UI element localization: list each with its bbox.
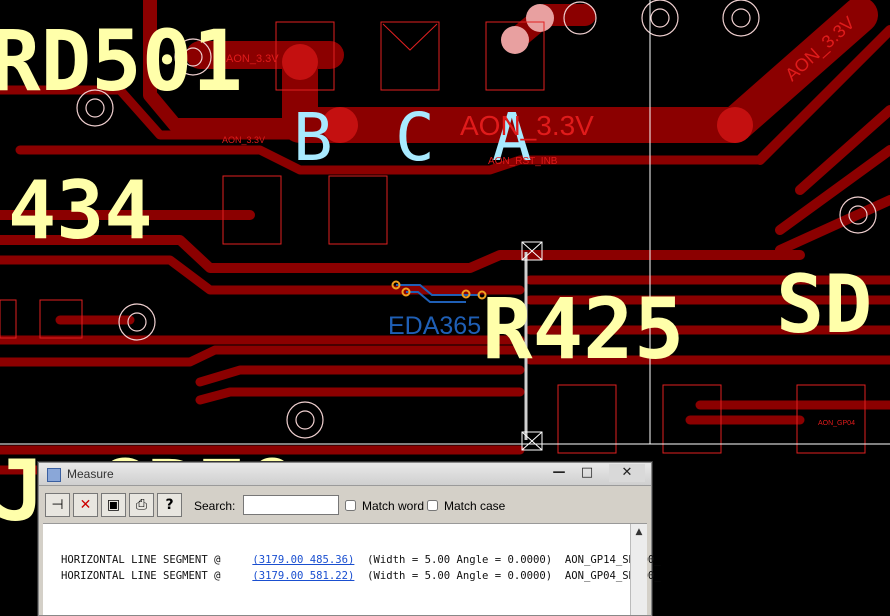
search-input[interactable] [243,495,339,515]
silk-c: C [395,99,435,176]
pin-icon[interactable]: ⊣ [45,493,70,517]
measure-toolbar: ⊣ ✕ ▣ ⎙ ? Search: Match word Match case [43,491,647,521]
measure-title: Measure [67,467,114,481]
result-line: HORIZONTAL LINE SEGMENT @ (3179.00 485.3… [61,554,661,566]
match-word-label: Match word [362,499,425,513]
coord-link[interactable]: (3179.00 485.36) [252,554,354,566]
measure-window-icon [47,468,61,482]
silk-rd501: RD501 [0,12,243,110]
net-label-small-1: AON_3.3V [222,135,265,145]
scroll-up-icon[interactable]: ▲ [631,524,647,540]
silk-r425: R425 [482,280,684,378]
result-detail: (Width = 5.00 Angle = 0.0000) [367,554,553,566]
print-icon[interactable]: ⎙ [129,493,154,517]
delete-icon[interactable]: ✕ [73,493,98,517]
net-label-aon-small: AON_3.3V [226,53,279,65]
save-icon[interactable]: ▣ [101,493,126,517]
vertical-scrollbar[interactable]: ▲ [630,524,647,615]
match-case-label: Match case [444,499,506,513]
maximize-button[interactable]: □ [573,464,601,482]
net-label-reset: AON_RST_INB [488,156,558,167]
result-line: HORIZONTAL LINE SEGMENT @ (3179.00 581.2… [61,570,661,582]
silk-sd: SD [776,258,872,351]
result-detail: (Width = 5.00 Angle = 0.0000) [367,570,553,582]
net-label-small-2: AON_GP04 [818,420,855,427]
coord-link[interactable]: (3179.00 581.22) [252,570,354,582]
minimize-button[interactable]: — [545,464,573,482]
result-prefix: HORIZONTAL LINE SEGMENT @ [61,554,221,566]
help-icon[interactable]: ? [157,493,182,517]
net-label-aon-main: AON_3.3V [460,110,594,141]
match-word-checkbox[interactable] [345,500,356,511]
silk-b: B [293,99,333,176]
result-prefix: HORIZONTAL LINE SEGMENT @ [61,570,221,582]
match-case-checkbox[interactable] [427,500,438,511]
measure-titlebar[interactable]: Measure — □ ✕ [39,463,651,486]
measure-output[interactable]: HORIZONTAL LINE SEGMENT @ (3179.00 485.3… [43,523,661,615]
silk-434: 434 [8,164,153,257]
close-button[interactable]: ✕ [609,464,645,482]
measure-window[interactable]: Measure — □ ✕ ⊣ ✕ ▣ ⎙ ? Search: Match wo… [38,462,661,616]
watermark-text: EDA365 [388,312,481,340]
search-label: Search: [194,499,236,513]
